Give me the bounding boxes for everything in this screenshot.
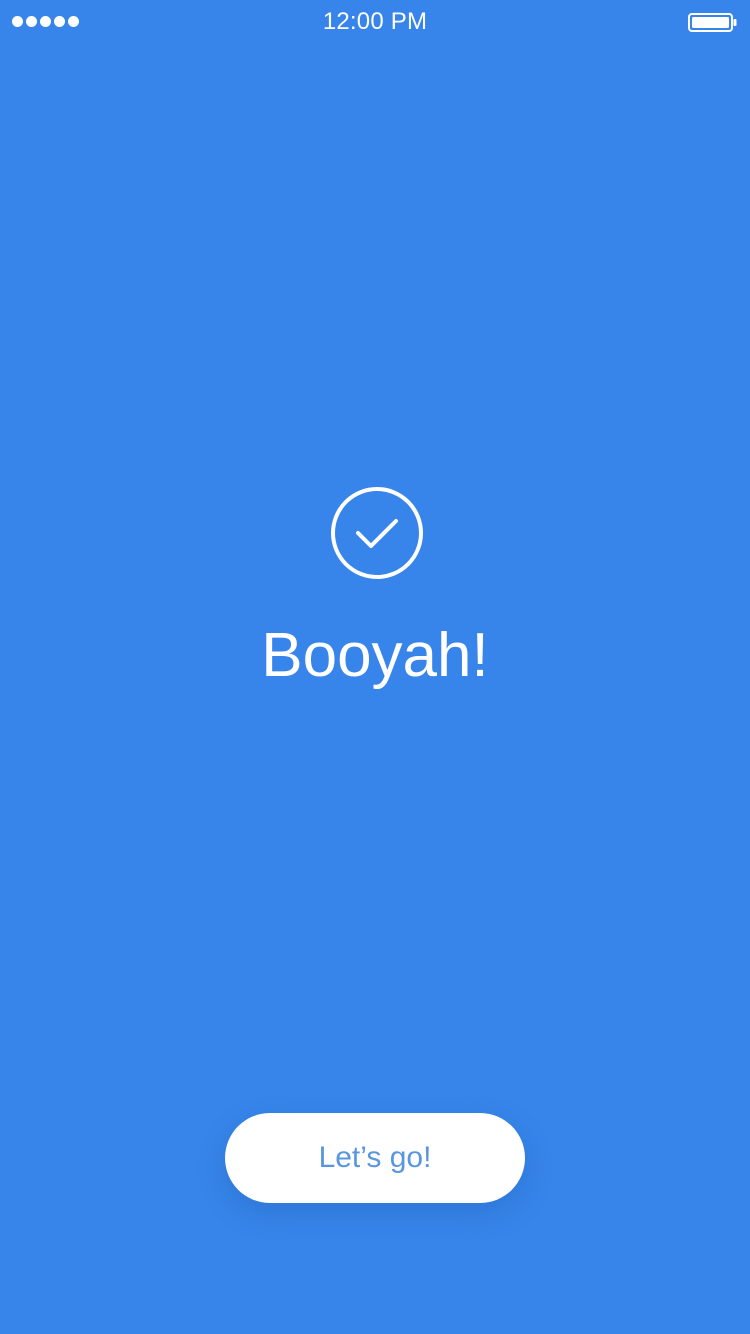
success-title: Booyah! [261,621,489,690]
status-time: 12:00 PM [322,8,428,35]
status-bar: 12:00 PM [0,0,750,44]
battery-icon [688,13,738,32]
lets-go-button[interactable]: Let’s go! [225,1113,525,1203]
checkmark-circle-icon [330,486,424,580]
